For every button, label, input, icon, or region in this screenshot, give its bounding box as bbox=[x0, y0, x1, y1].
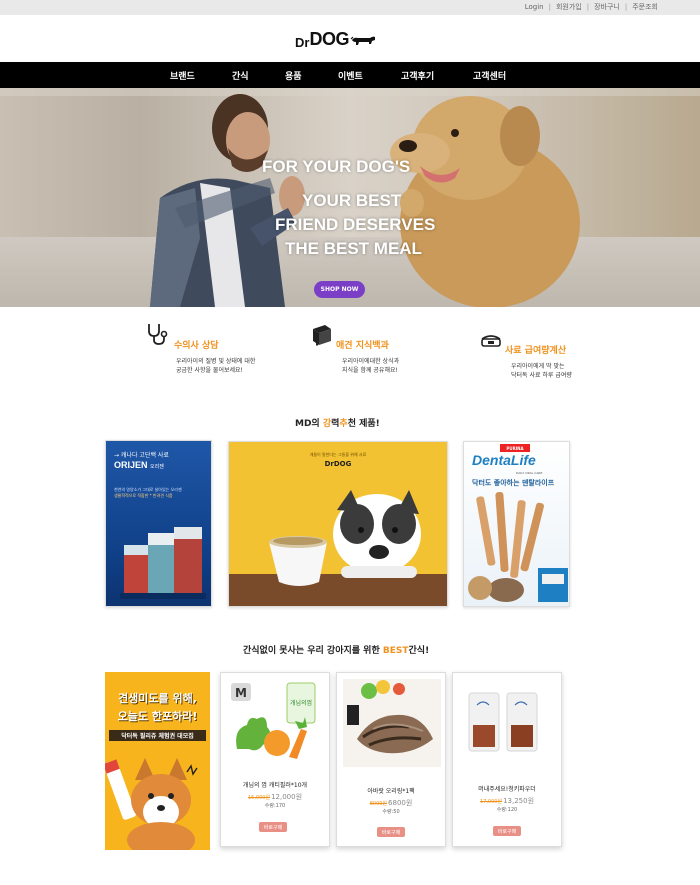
snack-old-price: 8000원 bbox=[369, 801, 388, 807]
orijen-bags-image bbox=[120, 527, 206, 599]
service-desc-line: 우리아이에대한 상식과 bbox=[342, 358, 400, 365]
snack-section-title: 간식없이 못사는 우리 강아지를 위한 BEST간식! bbox=[243, 643, 429, 656]
snack-product-card[interactable]: M 개님의껌 개님의 껌 캐티필러*10개 15,000원12,000원 수량:… bbox=[220, 672, 330, 847]
shop-now-button[interactable]: SHOP NOW bbox=[314, 281, 365, 298]
logo-dr-text: Dr bbox=[295, 35, 310, 50]
snack-promo-banner[interactable]: 견생미도를 위해, 오늘도 한포하라! 닥터독 필리쥬 체험권 대모집 bbox=[105, 672, 210, 850]
top-utility-bar: Login | 회원가입 | 장바구니 | 주문조회 bbox=[0, 0, 700, 15]
snack-sale-price: 13,250원 bbox=[503, 797, 535, 805]
snack-sale-price: 12,000원 bbox=[271, 793, 303, 801]
service-title-knowledge[interactable]: 애견 지식백과 bbox=[336, 338, 389, 351]
service-desc-line: 궁금한 사항을 물어보세요! bbox=[176, 367, 243, 374]
orijen-brand: ORIJEN 오리젠 bbox=[114, 460, 164, 470]
snack-sale-price: 6800원 bbox=[388, 799, 413, 807]
link-separator: | bbox=[548, 3, 551, 11]
svg-text:M: M bbox=[235, 686, 247, 700]
promo-line-3: 닥터독 필리쥬 체험권 대모집 bbox=[109, 730, 206, 741]
md-product-card-drdog[interactable]: 개들이 말한다는 그들을 위해 사료 DrDOG bbox=[228, 441, 448, 607]
logo-dog-text: DOG bbox=[309, 29, 349, 49]
snack-stock: 수량:50 bbox=[382, 809, 400, 815]
orijen-subtitle: → 캐나다 고단백 사료 bbox=[114, 452, 169, 459]
orijen-desc-2: 생물학적으로 적합한 * 반려견 식품 bbox=[114, 493, 173, 498]
snack-name: 개님의 껌 캐티필러*10개 bbox=[242, 782, 308, 789]
snack-old-price: 15,000원 bbox=[247, 795, 271, 801]
snack-name: 아바랏 오리링*1팩 bbox=[367, 788, 415, 795]
service-desc-feeding: 우리아이에게 딱 맞는 닥터독 사료 하루 급여량 bbox=[511, 362, 572, 380]
link-separator: | bbox=[586, 3, 590, 11]
jerky-pack-product-image bbox=[459, 679, 557, 767]
md-title-highlight: 추 bbox=[339, 419, 348, 429]
hero-headline-3: FRIEND DESERVES bbox=[275, 215, 436, 234]
top-links: Login | 회원가입 | 장바구니 | 주문조회 bbox=[525, 2, 658, 12]
nav-item-reviews[interactable]: 고객후기 bbox=[401, 69, 434, 82]
orijen-brand-name: ORIJEN bbox=[114, 460, 148, 470]
buy-now-button[interactable]: 바로구매 bbox=[493, 826, 521, 836]
promo-line-1: 견생미도를 위해, bbox=[118, 692, 197, 705]
md-product-card-dentalife[interactable]: PURINA DentaLife DAILY ORAL CARE 닥터도 좋아하… bbox=[463, 441, 570, 607]
service-desc-line: 우리아이의 질병 및 상태에 대한 bbox=[176, 358, 256, 365]
hero-headline-1: FOR YOUR DOG'S bbox=[262, 157, 411, 176]
nav-item-snacks[interactable]: 간식 bbox=[232, 69, 249, 82]
book-icon bbox=[313, 325, 331, 346]
login-link[interactable]: Login bbox=[525, 3, 544, 11]
site-logo[interactable]: Dr DOG bbox=[295, 28, 376, 50]
snack-title-part: 간식없이 못사는 우리 강아지를 위한 bbox=[243, 646, 383, 656]
service-title-feeding[interactable]: 사료 급여량계산 bbox=[505, 343, 566, 356]
nav-item-supplies[interactable]: 용품 bbox=[285, 69, 302, 82]
food-bowl-icon bbox=[481, 335, 501, 347]
corgi-illustration bbox=[105, 758, 198, 850]
snack-stock: 수량:120 bbox=[496, 807, 518, 813]
dog-with-bowl-image bbox=[229, 490, 447, 606]
service-title-vet[interactable]: 수의사 상담 bbox=[174, 338, 219, 351]
snack-title-part: 간식! bbox=[408, 646, 430, 656]
nav-item-events[interactable]: 이벤트 bbox=[338, 69, 363, 82]
dachshund-logo-icon bbox=[350, 36, 375, 45]
nav-item-brand[interactable]: 브랜드 bbox=[170, 69, 195, 82]
dentalife-brand: DentaLife bbox=[472, 452, 536, 468]
stethoscope-icon bbox=[148, 324, 168, 345]
snack-product-card[interactable]: 아바랏 오리링*1팩 8000원6800원 수량:50 바로구매 bbox=[336, 672, 446, 847]
md-product-card-orijen[interactable]: → 캐나다 고단백 사료 ORIJEN 오리젠 천연의 영양소가 그대로 살아있… bbox=[105, 440, 212, 607]
md-title-highlight: 강 bbox=[322, 419, 332, 429]
promo-line-2: 오늘도 한포하라! bbox=[117, 710, 198, 723]
service-desc-vet: 우리아이의 질병 및 상태에 대한 궁금한 사항을 물어보세요! bbox=[176, 357, 255, 375]
cart-link[interactable]: 장바구니 bbox=[594, 2, 620, 12]
order-lookup-link[interactable]: 주문조회 bbox=[632, 2, 658, 12]
duck-ring-product-image bbox=[343, 679, 441, 767]
purina-badge: PURINA bbox=[500, 444, 530, 452]
md-title-part: MD의 bbox=[295, 419, 323, 429]
snack-stock: 수량:170 bbox=[264, 803, 286, 809]
buy-now-button[interactable]: 바로구매 bbox=[259, 822, 287, 832]
service-desc-line: 닥터독 사료 하루 급여량 bbox=[511, 372, 572, 379]
snack-name: 머내주세요!청키파우더 bbox=[478, 786, 536, 793]
md-section-title: MD의 강력추천 제품! bbox=[295, 416, 380, 429]
snack-price: 8000원6800원 bbox=[337, 798, 445, 808]
buy-now-button[interactable]: 바로구매 bbox=[377, 827, 405, 837]
hero-banner: FOR YOUR DOG'S YOUR BEST FRIEND DESERVES… bbox=[0, 88, 700, 307]
gummy-chew-product-image: M 개님의껌 bbox=[227, 679, 325, 767]
hero-headline-4: THE BEST MEAL bbox=[285, 239, 422, 258]
link-separator: | bbox=[624, 3, 628, 11]
snack-title-highlight: BEST bbox=[382, 646, 409, 656]
gummy-package-text: 개님의껌 bbox=[290, 699, 312, 707]
dental-sticks-image bbox=[468, 492, 568, 602]
snack-product-card[interactable]: 머내주세요!청키파우더 17,000원13,250원 수량:120 바로구매 bbox=[452, 672, 562, 847]
signup-link[interactable]: 회원가입 bbox=[556, 2, 582, 12]
dentalife-sub: DAILY ORAL CARE bbox=[516, 471, 543, 475]
snack-price: 17,000원13,250원 bbox=[453, 796, 561, 806]
hero-headline-2: YOUR BEST bbox=[302, 191, 402, 210]
dentalife-headline: 닥터도 좋아하는 덴탈라이프 bbox=[472, 479, 555, 487]
service-desc-knowledge: 우리아이에대한 상식과 지식을 함께 공유해요! bbox=[342, 357, 399, 375]
md-title-part: 천 제품! bbox=[347, 419, 380, 429]
snack-price: 15,000원12,000원 bbox=[221, 792, 329, 802]
orijen-brand-sub: 오리젠 bbox=[150, 464, 164, 470]
nav-item-customer-center[interactable]: 고객센터 bbox=[473, 69, 506, 82]
service-desc-line: 우리아이에게 딱 맞는 bbox=[511, 363, 565, 370]
service-desc-line: 지식을 함께 공유해요! bbox=[342, 367, 398, 374]
main-nav: 브랜드 간식 용품 이벤트 고객후기 고객센터 bbox=[0, 62, 700, 88]
snack-old-price: 17,000원 bbox=[479, 799, 503, 805]
